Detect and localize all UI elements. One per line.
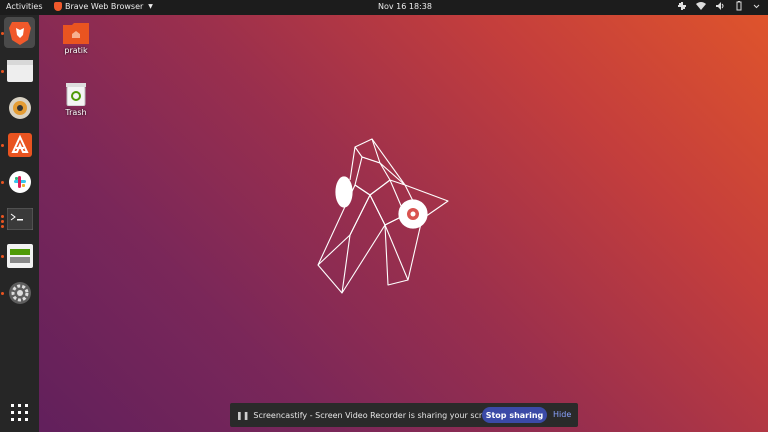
app-menu-label: Brave Web Browser (65, 2, 144, 11)
chevron-down-icon[interactable] (753, 1, 760, 11)
dock-item-files[interactable] (4, 55, 35, 86)
slack-icon (8, 170, 31, 193)
wallpaper-mascot (317, 138, 449, 294)
running-indicator (1, 144, 4, 147)
app-menu[interactable]: Brave Web Browser ▼ (54, 2, 153, 11)
hide-button[interactable]: Hide (553, 410, 571, 419)
desktop-icon-home[interactable]: pratik (56, 22, 96, 55)
monitor-icon (6, 243, 33, 268)
stop-sharing-button[interactable]: Stop sharing (482, 407, 547, 423)
running-indicator (1, 225, 4, 228)
desktop-icon-label: Trash (65, 108, 87, 117)
dock-item-brave[interactable] (4, 17, 35, 48)
trash-icon (66, 83, 86, 106)
chevron-down-icon: ▼ (148, 3, 153, 10)
brave-app-icon (54, 2, 62, 11)
dock-item-system-monitor[interactable] (4, 240, 35, 271)
top-bar: Activities Brave Web Browser ▼ Nov 16 18… (0, 0, 768, 15)
brave-lion-icon (8, 21, 31, 45)
terminal-icon (6, 207, 33, 230)
activities-button[interactable]: Activities (6, 2, 43, 11)
slack-tray-icon[interactable] (677, 1, 687, 11)
speaker-icon (8, 96, 31, 119)
desktop-icon-trash[interactable]: Trash (56, 82, 96, 117)
home-folder-icon (63, 23, 89, 44)
show-applications-button[interactable] (4, 397, 35, 428)
dock-item-slack[interactable] (4, 166, 35, 197)
desktop-icon-label: pratik (64, 46, 88, 55)
running-indicator (1, 292, 4, 295)
dock-item-settings[interactable] (4, 277, 35, 308)
folder-icon (6, 59, 33, 82)
running-indicator (1, 70, 4, 73)
dock (0, 15, 39, 432)
volume-icon[interactable] (715, 1, 725, 11)
running-indicator (1, 215, 4, 218)
app-store-icon (7, 132, 32, 157)
running-indicator (1, 220, 4, 223)
battery-icon[interactable] (734, 1, 744, 11)
screen-sharing-notification: ❚❚ Screencastify - Screen Video Recorder… (230, 403, 578, 427)
wifi-icon[interactable] (696, 1, 706, 11)
gear-icon (8, 281, 31, 304)
grid-icon (10, 403, 28, 421)
running-indicator (1, 181, 4, 184)
sharing-message: Screencastify - Screen Video Recorder is… (253, 410, 500, 420)
running-indicator (1, 32, 4, 35)
running-indicator (1, 255, 4, 258)
system-tray[interactable] (677, 1, 760, 11)
dock-item-terminal[interactable] (4, 203, 35, 234)
pause-icon: ❚❚ (236, 410, 250, 420)
dock-item-rhythmbox[interactable] (4, 92, 35, 123)
dock-item-software[interactable] (4, 129, 35, 160)
clock[interactable]: Nov 16 18:38 (378, 2, 432, 11)
